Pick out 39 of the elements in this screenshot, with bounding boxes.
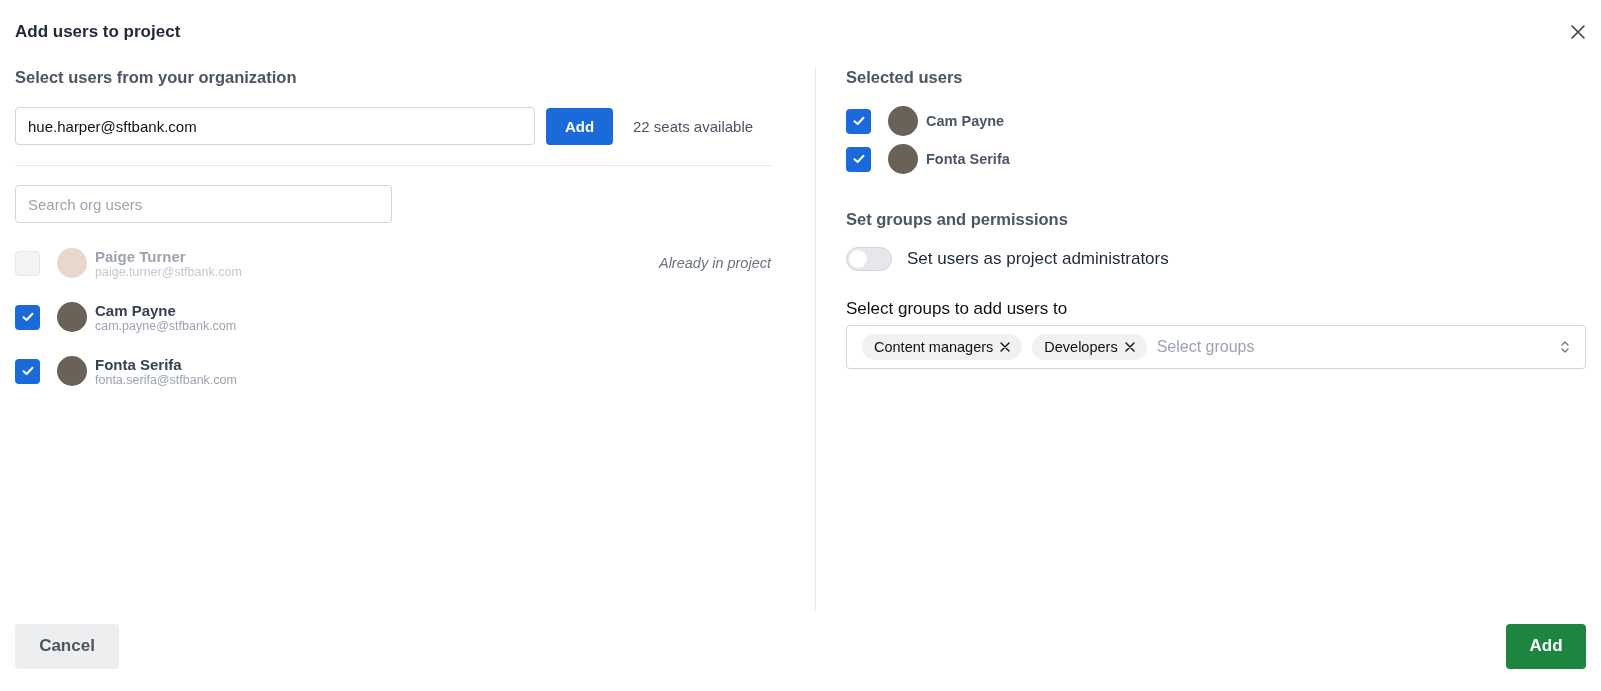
checkbox[interactable] bbox=[846, 108, 871, 134]
checkbox[interactable] bbox=[15, 358, 40, 384]
section-heading: Select users from your organization bbox=[15, 67, 298, 88]
remove-icon[interactable] bbox=[1124, 342, 1135, 353]
avatar-placeholder bbox=[57, 302, 87, 333]
group-chip: Developers bbox=[1032, 334, 1147, 361]
avatar-placeholder bbox=[888, 144, 918, 175]
avatar-placeholder bbox=[57, 248, 87, 279]
user-name: Cam Payne bbox=[926, 113, 1005, 130]
close-icon[interactable] bbox=[1570, 23, 1586, 40]
user-email: cam.payne@stfbank.com bbox=[95, 318, 238, 333]
checkbox[interactable] bbox=[15, 304, 40, 330]
avatar-placeholder bbox=[888, 106, 918, 137]
add-button[interactable]: Add bbox=[546, 107, 613, 145]
user-name: Fonta Serifa bbox=[95, 355, 183, 373]
user-name: Paige Turner bbox=[95, 247, 187, 265]
groups-select[interactable]: Content managers Developers Select groups bbox=[846, 325, 1586, 370]
user-name: Fonta Serifa bbox=[926, 151, 1010, 168]
status-note: Already in project bbox=[658, 255, 771, 272]
checkbox[interactable] bbox=[846, 146, 871, 172]
section-heading: Selected users bbox=[846, 67, 964, 88]
add-button[interactable]: Add bbox=[1506, 623, 1586, 669]
user-email: fonta.serifa@stfbank.com bbox=[95, 372, 238, 387]
seats-available-text: 22 seats available bbox=[633, 117, 754, 135]
section-heading: Set groups and permissions bbox=[846, 209, 1069, 230]
group-chip: Content managers bbox=[862, 334, 1023, 361]
cancel-button[interactable]: Cancel bbox=[15, 623, 119, 669]
admin-toggle[interactable] bbox=[846, 247, 892, 272]
groups-label: Select groups to add users to bbox=[846, 299, 1069, 320]
user-name: Cam Payne bbox=[95, 301, 177, 319]
chevron-up-down-icon bbox=[1560, 340, 1570, 355]
groups-placeholder: Select groups bbox=[1156, 338, 1256, 357]
email-field[interactable]: hue.harper@sftbank.com bbox=[15, 107, 535, 146]
toggle-label: Set users as project administrators bbox=[907, 249, 1169, 270]
avatar-placeholder bbox=[57, 356, 87, 387]
dialog-title: Add users to project bbox=[15, 21, 181, 42]
search-field[interactable]: Search org users bbox=[15, 185, 392, 224]
user-email: paige.turner@stfbank.com bbox=[95, 264, 243, 279]
remove-icon[interactable] bbox=[1000, 342, 1011, 353]
